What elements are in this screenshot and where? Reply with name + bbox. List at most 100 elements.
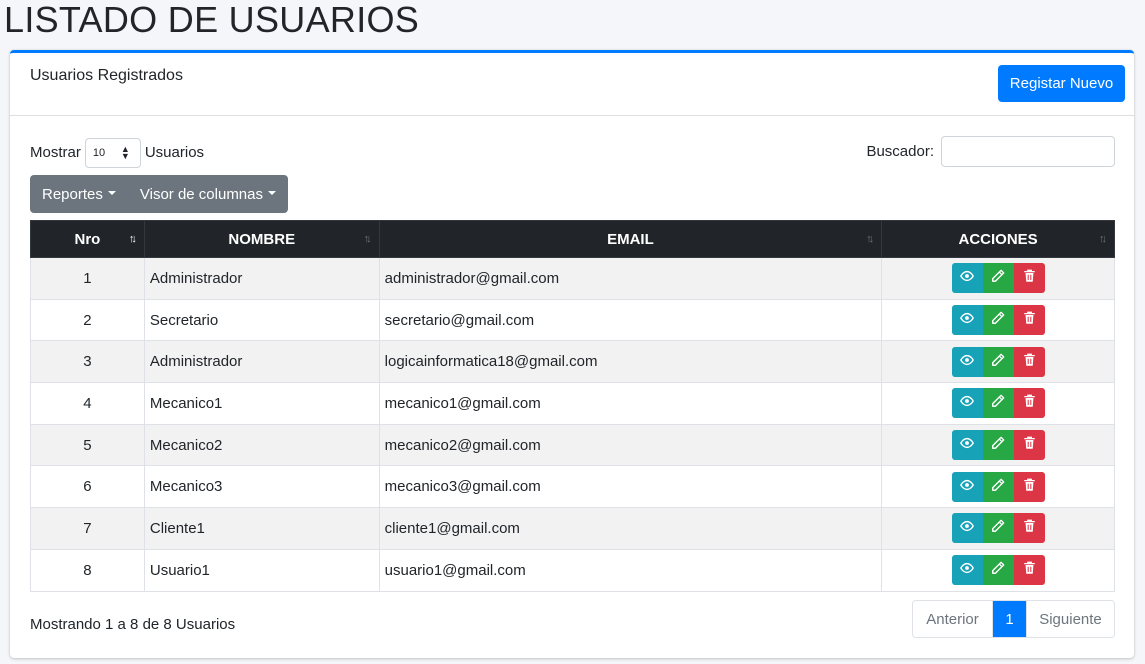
row-actions (887, 388, 1109, 419)
edit-button[interactable] (982, 305, 1014, 336)
cell-nro: 4 (30, 382, 145, 425)
view-button[interactable] (951, 555, 983, 586)
header-nro[interactable]: Nro ↑↓ (30, 220, 145, 258)
pencil-icon (991, 478, 1005, 496)
pencil-icon (991, 353, 1005, 371)
trash-icon (1023, 353, 1036, 371)
length-suffix: Usuarios (144, 143, 205, 161)
cell-acciones (881, 423, 1115, 467)
reports-dropdown-button[interactable]: Reportes (30, 175, 128, 213)
delete-button[interactable] (1013, 346, 1045, 377)
edit-button[interactable] (982, 388, 1014, 419)
delete-button[interactable] (1013, 471, 1045, 502)
view-button[interactable] (951, 263, 983, 294)
cell-nombre: Usuario1 (143, 548, 380, 592)
view-button[interactable] (951, 388, 983, 419)
cell-nombre: Administrador (143, 257, 380, 300)
delete-button[interactable] (1013, 263, 1045, 294)
trash-icon (1023, 519, 1036, 537)
cell-email: mecanico1@gmail.com (378, 382, 883, 425)
table-info: Mostrando 1 a 8 de 8 Usuarios (30, 616, 236, 633)
edit-button[interactable] (982, 346, 1014, 377)
search-label: Buscador: (866, 143, 934, 160)
page-length-value: 10 (92, 147, 106, 159)
table-row: 3 Administrador logicainformatica18@gmail.… (30, 340, 1115, 384)
row-actions (887, 471, 1109, 502)
pencil-icon (991, 436, 1005, 454)
delete-button[interactable] (1013, 555, 1045, 586)
cell-acciones (881, 465, 1115, 509)
pagination-page-current[interactable]: 1 (993, 601, 1026, 637)
eye-icon (960, 269, 975, 287)
pagination-prev[interactable]: Anterior (913, 601, 993, 637)
table-row: 1 Administrador administrador@gmail.com (30, 257, 1115, 300)
register-new-button[interactable]: Registar Nuevo (998, 65, 1125, 102)
cell-email: logicainformatica18@gmail.com (378, 340, 883, 384)
edit-button[interactable] (982, 471, 1014, 502)
export-toolbar: Reportes Visor de columnas (30, 175, 288, 213)
view-button[interactable] (951, 471, 983, 502)
select-caret-icon: ▲ ▼ (120, 144, 130, 161)
search-input[interactable] (941, 136, 1115, 167)
pencil-icon (991, 561, 1005, 579)
header-email[interactable]: EMAIL ↑↓ (378, 220, 883, 258)
trash-icon (1023, 436, 1036, 454)
delete-button[interactable] (1013, 388, 1045, 419)
cell-nombre: Mecanico2 (143, 423, 380, 467)
users-table: Nro ↑↓ NOMBRE ↑↓ EMAIL ↑↓ ACCIONES ↑↓ 1 Admin… (30, 220, 1115, 592)
row-actions (887, 346, 1109, 377)
table-row: 2 Secretario secretario@gmail.com (30, 298, 1115, 342)
row-actions (887, 305, 1109, 336)
delete-button[interactable] (1013, 305, 1045, 336)
cell-email: cliente1@gmail.com (378, 507, 883, 550)
reports-label: Reportes (42, 185, 103, 203)
cell-email: administrador@gmail.com (378, 257, 883, 300)
cell-nombre: Administrador (143, 340, 380, 384)
cell-nro: 7 (30, 507, 145, 550)
search-control: Buscador: (866, 136, 1115, 167)
cell-email: secretario@gmail.com (378, 298, 883, 342)
cell-nro: 6 (30, 465, 145, 509)
delete-button[interactable] (1013, 513, 1045, 544)
eye-icon (960, 436, 975, 454)
view-button[interactable] (951, 513, 983, 544)
sort-icon: ↑↓ (866, 233, 874, 245)
trash-icon (1023, 269, 1036, 287)
trash-icon (1023, 394, 1036, 412)
page-length-select[interactable]: 10 ▲ ▼ (84, 138, 141, 168)
view-button[interactable] (951, 430, 983, 461)
column-visibility-button[interactable]: Visor de columnas (128, 175, 288, 213)
eye-icon (960, 478, 975, 496)
cell-acciones (881, 340, 1115, 384)
cell-nombre: Cliente1 (143, 507, 380, 550)
cell-acciones (881, 548, 1115, 592)
header-label: NOMBRE (228, 230, 296, 248)
users-card: Usuarios Registrados Registar Nuevo Most… (10, 50, 1134, 658)
pagination-next[interactable]: Siguiente (1026, 601, 1114, 637)
cell-acciones (881, 507, 1115, 550)
cell-nro: 1 (30, 257, 145, 300)
table-row: 7 Cliente1 cliente1@gmail.com (30, 507, 1115, 550)
edit-button[interactable] (982, 555, 1014, 586)
edit-button[interactable] (982, 430, 1014, 461)
page-title: LISTADO DE USUARIOS (4, 0, 420, 40)
cell-nro: 5 (30, 423, 145, 467)
cell-nro: 3 (30, 340, 145, 384)
pencil-icon (991, 394, 1005, 412)
header-nombre[interactable]: NOMBRE ↑↓ (143, 220, 380, 258)
row-actions (887, 430, 1109, 461)
cell-nombre: Mecanico3 (143, 465, 380, 509)
delete-button[interactable] (1013, 430, 1045, 461)
cell-email: mecanico2@gmail.com (378, 423, 883, 467)
edit-button[interactable] (982, 513, 1014, 544)
view-button[interactable] (951, 305, 983, 336)
sort-icon: ↑↓ (363, 233, 372, 245)
header-label: EMAIL (607, 230, 654, 248)
header-acciones[interactable]: ACCIONES ↑↓ (881, 220, 1115, 258)
cell-acciones (881, 257, 1115, 300)
header-label: ACCIONES (958, 230, 1038, 248)
edit-button[interactable] (982, 263, 1014, 294)
view-button[interactable] (951, 346, 983, 377)
length-prefix: Mostrar (30, 143, 81, 161)
eye-icon (960, 353, 975, 371)
